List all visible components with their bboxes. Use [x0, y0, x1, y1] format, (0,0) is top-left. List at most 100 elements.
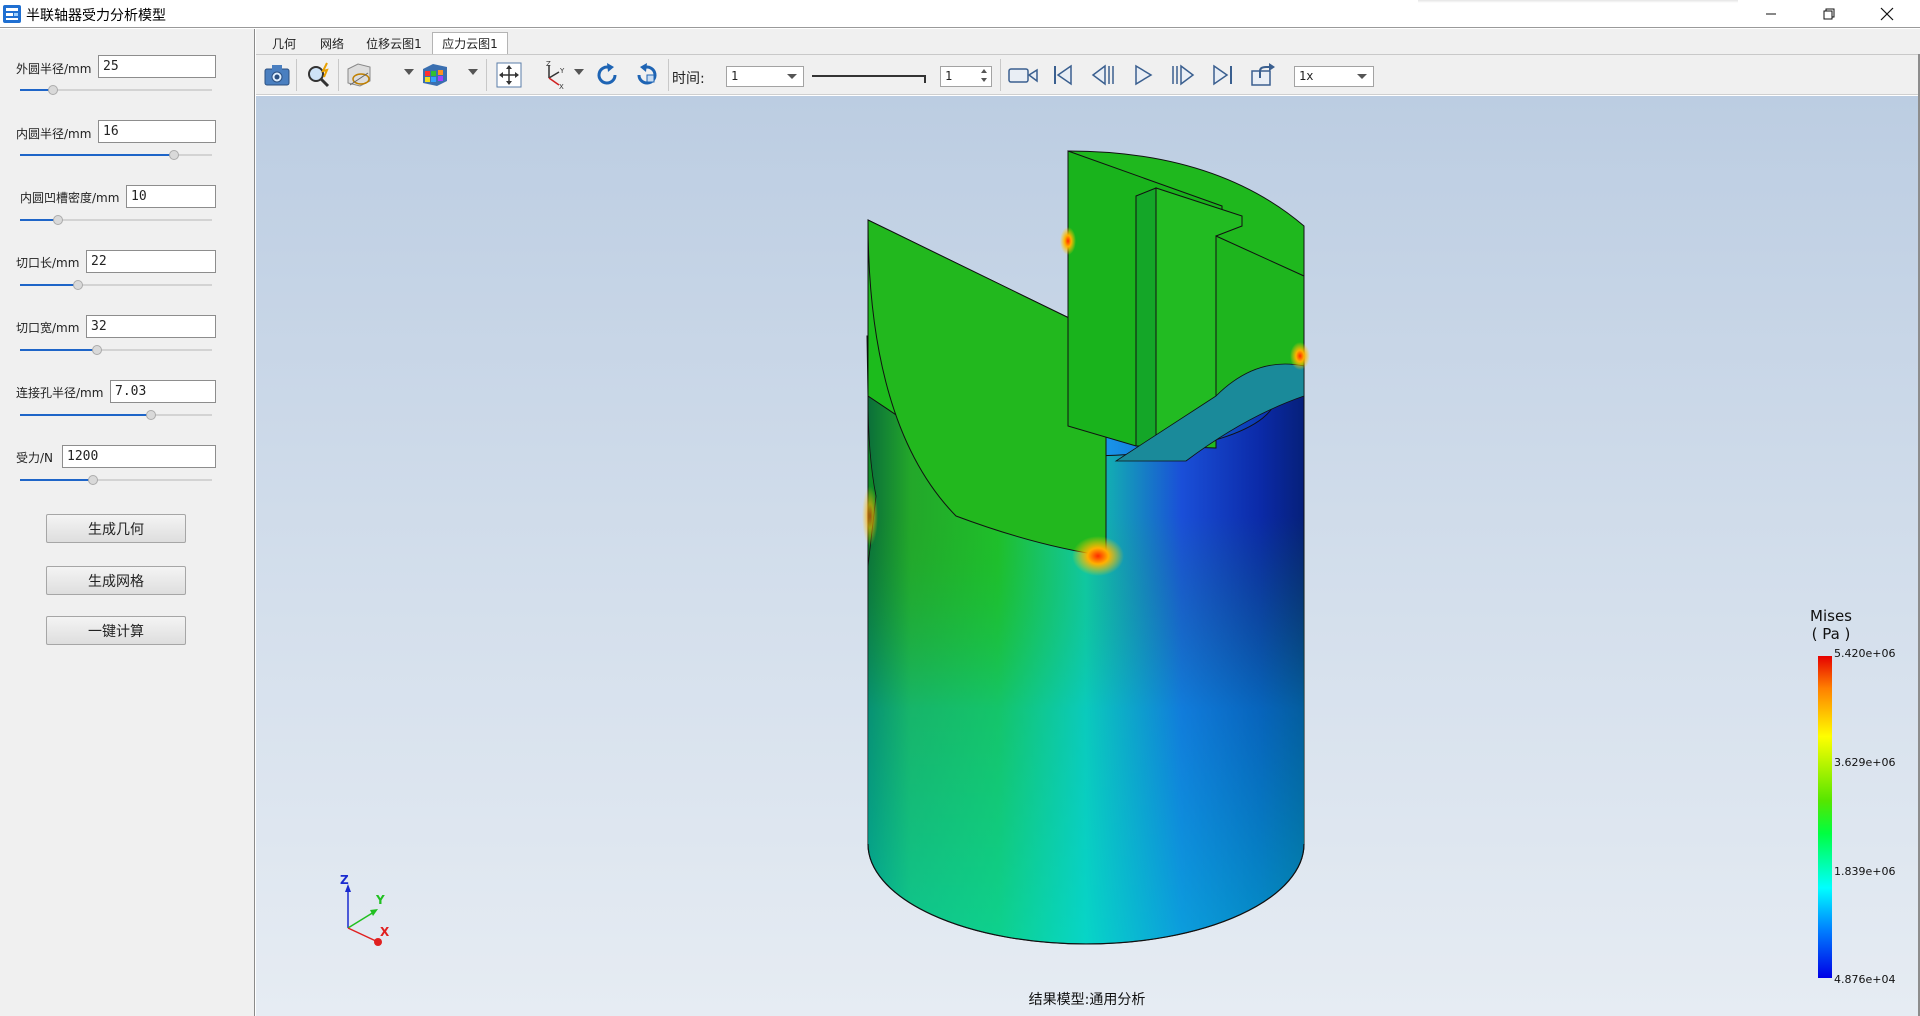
prev-frame-button[interactable] — [1088, 60, 1118, 90]
stress-contour-model[interactable]: Z Y X — [256, 96, 1918, 1016]
cut-width-label: 切口宽/mm — [16, 321, 80, 335]
rotate-ccw-button[interactable] — [632, 60, 662, 90]
first-frame-button[interactable] — [1048, 60, 1078, 90]
clip-icon — [347, 63, 371, 87]
record-button[interactable] — [1008, 60, 1038, 90]
export-icon — [1251, 63, 1275, 86]
generate-geometry-button[interactable]: 生成几何 — [46, 514, 186, 543]
zoom-button[interactable] — [304, 60, 334, 90]
restore-icon — [1823, 8, 1835, 20]
outer-radius-input[interactable] — [98, 55, 216, 78]
hotspot-left-notch — [1072, 536, 1124, 576]
axis-triad: Z Y X — [340, 873, 390, 946]
restore-button[interactable] — [1800, 0, 1858, 28]
view-axes-button[interactable]: ZY X — [538, 60, 568, 90]
minimize-icon — [1766, 13, 1776, 15]
color-map-button[interactable] — [420, 60, 450, 90]
force-slider[interactable] — [20, 474, 212, 486]
axes-dropdown-arrow[interactable] — [574, 69, 584, 75]
record-icon — [1008, 68, 1038, 83]
app-icon — [3, 5, 21, 23]
slider-fill — [20, 414, 151, 416]
toolbar-separator — [1000, 59, 1001, 91]
minimize-button[interactable] — [1742, 0, 1800, 28]
first-frame-icon — [1054, 64, 1072, 86]
axis-x-label: X — [380, 925, 390, 939]
tab-stress[interactable]: 应力云图1 — [432, 32, 508, 54]
time-slider[interactable] — [812, 71, 930, 83]
tab-geometry[interactable]: 几何 — [260, 32, 308, 54]
outer-radius-slider[interactable] — [20, 84, 212, 96]
groove-density-input[interactable] — [126, 185, 216, 208]
inner-radius-slider[interactable] — [20, 149, 212, 161]
camera-icon — [264, 65, 290, 86]
hole-radius-input[interactable] — [110, 380, 216, 403]
svg-text:X: X — [559, 83, 564, 90]
axes-icon: ZY X — [546, 60, 565, 90]
cut-length-slider[interactable] — [20, 279, 212, 291]
spin-up-icon[interactable] — [981, 69, 987, 73]
tab-bar: 几何 网络 位移云图1 应力云图1 — [256, 29, 1920, 54]
cut-width-slider[interactable] — [20, 344, 212, 356]
slider-thumb[interactable] — [72, 280, 83, 290]
next-frame-button[interactable] — [1168, 60, 1198, 90]
slider-thumb[interactable] — [91, 345, 102, 355]
slider-fill — [20, 284, 78, 286]
toolbar-separator — [668, 59, 669, 91]
slider-fill — [20, 479, 93, 481]
groove-density-slider[interactable] — [20, 214, 212, 226]
tab-mesh[interactable]: 网络 — [308, 32, 356, 54]
force-input[interactable] — [62, 445, 216, 468]
frame-spinbox-value: 1 — [945, 69, 953, 83]
color-map-dropdown-arrow[interactable] — [468, 69, 478, 75]
spin-down-icon[interactable] — [981, 78, 987, 82]
parameter-panel: 外圆半径/mm 内圆半径/mm 内圆凹槽密度/mm 切口长/mm 切口宽 — [0, 29, 255, 1016]
time-select-value: 1 — [731, 69, 739, 83]
close-button[interactable] — [1858, 0, 1916, 28]
clip-plane-button[interactable] — [344, 60, 374, 90]
legend-min-value: 4.876e+04 — [1834, 973, 1896, 986]
app-window: 半联轴器受力分析模型 外圆半径/mm 内圆半径/mm 内圆凹槽密度/mm — [0, 0, 1920, 1016]
legend-title: Mises ( Pa ) — [1796, 607, 1866, 643]
window-title: 半联轴器受力分析模型 — [26, 8, 166, 24]
outer-radius-label: 外圆半径/mm — [16, 62, 92, 76]
fit-view-button[interactable] — [494, 60, 524, 90]
title-bar: 半联轴器受力分析模型 — [0, 0, 1920, 28]
time-label: 时间: — [672, 71, 705, 87]
right-jaw-slot — [1135, 187, 1157, 447]
last-frame-button[interactable] — [1208, 60, 1238, 90]
3d-viewport[interactable]: Z Y X Mises ( Pa ) 5.420e+06 3.629e+06 1… — [256, 96, 1918, 1016]
play-button[interactable] — [1128, 60, 1158, 90]
fit-view-icon — [496, 62, 522, 88]
time-select[interactable]: 1 — [726, 66, 804, 87]
clip-dropdown-arrow[interactable] — [404, 69, 414, 75]
legend-title-quantity: Mises — [1810, 607, 1852, 625]
hotspot-right-edge — [1290, 342, 1310, 370]
slider-thumb[interactable] — [145, 410, 156, 420]
slider-thumb[interactable] — [53, 215, 64, 225]
speed-select-value: 1x — [1299, 69, 1314, 83]
toolbar: ZYX 时间: 1 1 1x — [256, 54, 1918, 95]
cut-length-input[interactable] — [86, 250, 216, 273]
legend-color-bar — [1818, 656, 1832, 978]
screenshot-button[interactable] — [262, 60, 292, 90]
inner-radius-label: 内圆半径/mm — [16, 127, 92, 141]
generate-mesh-button[interactable]: 生成网格 — [46, 566, 186, 595]
cut-width-input[interactable] — [86, 315, 216, 338]
last-frame-icon — [1213, 64, 1232, 86]
tab-displacement[interactable]: 位移云图1 — [356, 32, 432, 54]
compute-button[interactable]: 一键计算 — [46, 616, 186, 645]
frame-spinbox[interactable]: 1 — [940, 66, 992, 87]
slider-fill — [20, 349, 97, 351]
slider-thumb[interactable] — [87, 475, 98, 485]
export-button[interactable] — [1248, 60, 1278, 90]
hole-radius-slider[interactable] — [20, 409, 212, 421]
rotate-cw-button[interactable] — [592, 60, 622, 90]
slider-thumb[interactable] — [168, 150, 179, 160]
inner-radius-input[interactable] — [98, 120, 216, 143]
chevron-down-icon — [1357, 74, 1367, 79]
slider-thumb[interactable] — [47, 85, 58, 95]
color-cube-icon — [423, 64, 447, 86]
axis-z-label: Z — [340, 873, 349, 887]
speed-select[interactable]: 1x — [1294, 66, 1374, 87]
